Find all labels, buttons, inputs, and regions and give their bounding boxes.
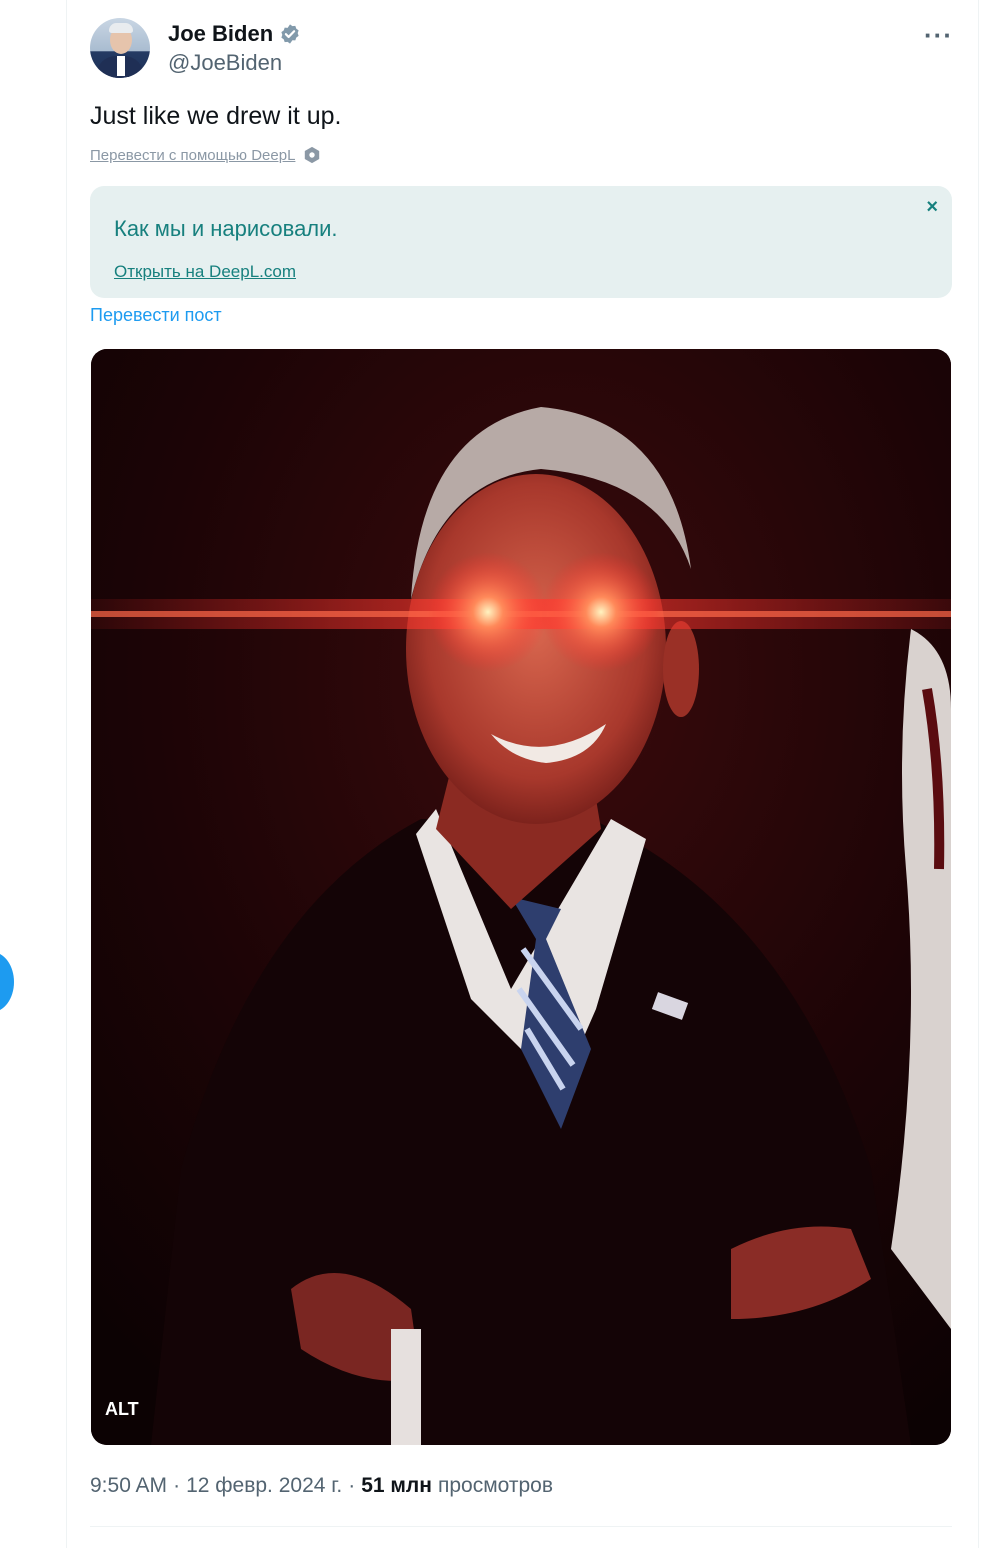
open-deepl-link[interactable]: Открыть на DeepL.com: [114, 262, 296, 282]
close-icon[interactable]: ×: [926, 196, 938, 219]
views-label: просмотров: [437, 1474, 553, 1497]
tweet-time[interactable]: 9:50 AM: [90, 1474, 167, 1498]
deepl-translate-link[interactable]: Перевести с помощью DeepL: [90, 146, 321, 164]
views-count: 51 млн: [361, 1474, 432, 1497]
more-options-icon[interactable]: ···: [924, 20, 953, 51]
timeline-right-border: [978, 0, 979, 1548]
avatar-shirt: [117, 56, 125, 76]
translation-text: Как мы и нарисовали.: [114, 216, 338, 241]
author-handle[interactable]: @JoeBiden: [168, 50, 282, 76]
avatar-hair: [109, 23, 133, 33]
portrait-image: [91, 349, 951, 1445]
tweet-image[interactable]: ALT: [91, 349, 951, 1445]
meta-separator-2: ·: [348, 1474, 356, 1497]
tweet-meta: 9:50 AM · 12 февр. 2024 г. · 51 млн прос…: [90, 1474, 553, 1498]
floating-compose-button[interactable]: [0, 952, 14, 1012]
timeline-left-border: [66, 0, 67, 1548]
meta-separator: ·: [173, 1474, 181, 1497]
author-name-row[interactable]: Joe Biden: [168, 20, 301, 48]
translate-post-link[interactable]: Перевести пост: [90, 305, 222, 326]
deepl-logo-icon: [305, 146, 320, 164]
tweet-date[interactable]: 12 февр. 2024 г.: [186, 1474, 342, 1498]
tweet-text: Just like we drew it up.: [90, 102, 342, 130]
avatar[interactable]: [90, 18, 150, 78]
verified-badge-icon[interactable]: [279, 23, 301, 45]
author-name[interactable]: Joe Biden: [168, 21, 273, 47]
divider: [90, 1526, 952, 1527]
alt-badge[interactable]: ALT: [105, 1399, 139, 1420]
deepl-translation-box: Как мы и нарисовали. Открыть на DeepL.co…: [90, 186, 952, 298]
deepl-translate-label[interactable]: Перевести с помощью DeepL: [90, 147, 295, 164]
